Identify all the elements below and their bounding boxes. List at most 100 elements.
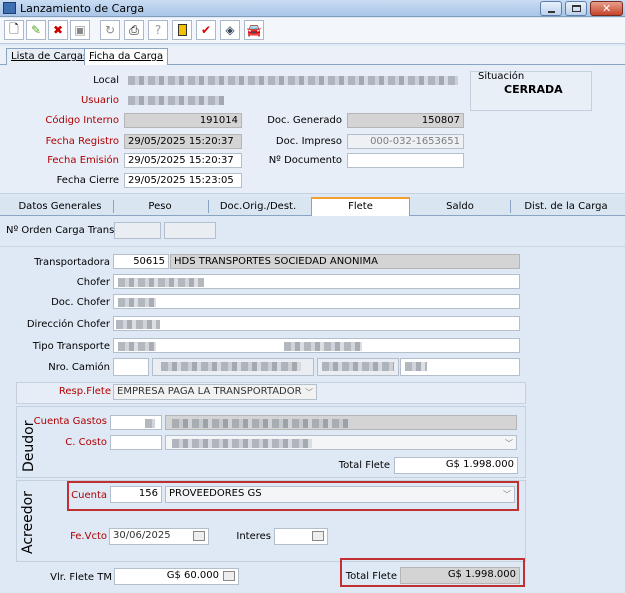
tab-separator (208, 200, 209, 213)
link-icon: ◈ (225, 23, 235, 37)
vlr-flete-tm-value: G$ 60.000 (166, 570, 219, 581)
local-field[interactable] (124, 73, 464, 88)
print-button[interactable]: ⎙ (124, 20, 144, 40)
header-panel: Local Usuario Código Interno 191014 Doc.… (0, 65, 625, 194)
nro-documento-field[interactable] (347, 153, 464, 168)
help-button[interactable]: ? (148, 20, 168, 40)
chofer-label: Chofer (76, 277, 110, 288)
c-costo-select[interactable]: ﹀ (165, 435, 517, 450)
interes-field[interactable] (274, 528, 328, 545)
situacion-label: Situación (478, 71, 525, 82)
close-icon: ✕ (602, 2, 612, 15)
flag-button[interactable] (172, 20, 192, 40)
nro-camion-field-2[interactable] (152, 358, 314, 376)
tab-peso[interactable]: Peso (115, 199, 205, 216)
minimize-icon (548, 11, 555, 13)
maximize-button[interactable] (565, 1, 587, 16)
tab-saldo[interactable]: Saldo (412, 199, 508, 216)
resp-flete-label: Resp.Flete (58, 386, 111, 397)
doc-impreso-label: Doc. Impreso (275, 136, 342, 147)
nro-camion-field-4[interactable] (400, 358, 520, 376)
fe-vcto-field[interactable]: 30/06/2025 (109, 528, 209, 545)
usuario-field[interactable] (124, 93, 464, 108)
tab-label: Dist. de la Carga (524, 201, 608, 212)
delete-button[interactable]: ✖ (48, 20, 68, 40)
codigo-interno-field[interactable]: 191014 (124, 113, 242, 128)
redacted-text (118, 298, 156, 307)
tab-ficha-da-carga[interactable]: Ficha da Carga (84, 48, 169, 65)
print-icon: ⎙ (129, 22, 139, 37)
transportadora-code-field[interactable]: 50615 (113, 254, 169, 269)
fecha-cierre-label: Fecha Cierre (56, 175, 119, 186)
help-icon: ? (154, 23, 162, 37)
interes-label: Interes (236, 531, 271, 542)
car-button[interactable]: 🚘 (244, 20, 264, 40)
maximize-icon (572, 5, 581, 12)
situacion-box: Situación CERRADA (470, 71, 592, 111)
tab-doc-orig-dest[interactable]: Doc.Orig./Dest. (210, 199, 306, 216)
calculator-icon[interactable] (312, 531, 324, 541)
nro-camion-field-3[interactable] (317, 358, 399, 376)
chevron-down-icon: ﹀ (505, 439, 513, 448)
resp-flete-select[interactable]: EMPRESA PAGA LA TRANSPORTADOR ﹀ (113, 384, 317, 400)
edit-icon: ✎ (30, 23, 42, 37)
tab-label: Ficha da Carga (89, 51, 164, 62)
flete-panel: Nº Orden Carga Transp. Transportadora 50… (0, 216, 625, 593)
redacted-text (161, 362, 301, 371)
divider (0, 246, 625, 247)
doc-chofer-field[interactable] (113, 294, 520, 309)
vlr-flete-tm-label: Vlr. Flete TM (50, 572, 112, 583)
cuenta-select[interactable]: PROVEEDORES GS ﹀ (165, 486, 515, 503)
doc-generado-field[interactable]: 150807 (347, 113, 464, 128)
fe-vcto-value: 30/06/2025 (113, 530, 171, 541)
tab-dist-de-la-carga[interactable]: Dist. de la Carga (512, 199, 620, 216)
tab-separator (510, 200, 511, 213)
doc-chofer-label: Doc. Chofer (51, 297, 110, 308)
edit-button[interactable]: ✎ (26, 20, 46, 40)
acreedor-label: Acreedor (20, 491, 36, 554)
fecha-emision-field[interactable]: 29/05/2025 15:20:37 (124, 153, 242, 168)
link-button[interactable]: ◈ (220, 20, 240, 40)
check-icon: ✔ (200, 23, 212, 37)
tab-flete[interactable]: Flete (311, 197, 410, 216)
save-button[interactable]: ▣ (70, 20, 90, 40)
nro-camion-label: Nro. Camión (48, 362, 110, 373)
flag-icon (177, 24, 187, 36)
chofer-field[interactable] (113, 274, 520, 289)
cuenta-code-field[interactable]: 156 (110, 486, 162, 503)
check-button[interactable]: ✔ (196, 20, 216, 40)
redacted-text (284, 342, 362, 351)
total-flete-field[interactable]: G$ 1.998.000 (400, 567, 520, 584)
minimize-button[interactable] (540, 1, 562, 16)
vlr-flete-tm-field[interactable]: G$ 60.000 (114, 568, 239, 585)
undo-button[interactable]: ↻ (100, 20, 120, 40)
transportadora-name-field[interactable]: HDS TRANSPORTES SOCIEDAD ANONIMA (170, 254, 520, 269)
close-button[interactable]: ✕ (590, 1, 623, 16)
new-doc-button[interactable]: 🗋 (4, 20, 24, 40)
doc-impreso-field[interactable]: 000-032-1653651 (347, 134, 464, 149)
direccion-chofer-field[interactable] (113, 316, 520, 331)
orden-carga-field-2[interactable] (164, 222, 216, 239)
redacted-text (145, 419, 155, 428)
tab-datos-generales[interactable]: Datos Generales (10, 199, 110, 216)
redacted-text (172, 419, 352, 428)
c-costo-code-field[interactable] (110, 435, 162, 450)
total-flete-deudor-field[interactable]: G$ 1.998.000 (394, 457, 518, 474)
calendar-icon[interactable] (193, 531, 205, 541)
tab-lista-de-cargas[interactable]: Lista de Cargas (6, 48, 94, 65)
tipo-transporte-field[interactable] (113, 338, 520, 353)
inner-tabs: Datos Generales Peso Doc.Orig./Dest. Fle… (0, 197, 625, 216)
cuenta-gastos-name-field[interactable] (165, 415, 517, 430)
fecha-cierre-field[interactable]: 29/05/2025 15:23:05 (124, 173, 242, 188)
doc-generado-label: Doc. Generado (267, 115, 342, 126)
calculator-icon[interactable] (223, 571, 235, 581)
codigo-interno-label: Código Interno (45, 115, 119, 126)
redacted-text (405, 362, 427, 371)
nro-camion-field-1[interactable] (113, 358, 149, 376)
cuenta-gastos-code-field[interactable] (110, 415, 162, 430)
fecha-registro-field[interactable]: 29/05/2025 15:20:37 (124, 134, 242, 149)
orden-carga-field-1[interactable] (114, 222, 161, 239)
undo-icon: ↻ (104, 23, 116, 37)
outer-tabs: Lista de Cargas Ficha da Carga (0, 46, 625, 65)
redacted-text (128, 76, 458, 85)
